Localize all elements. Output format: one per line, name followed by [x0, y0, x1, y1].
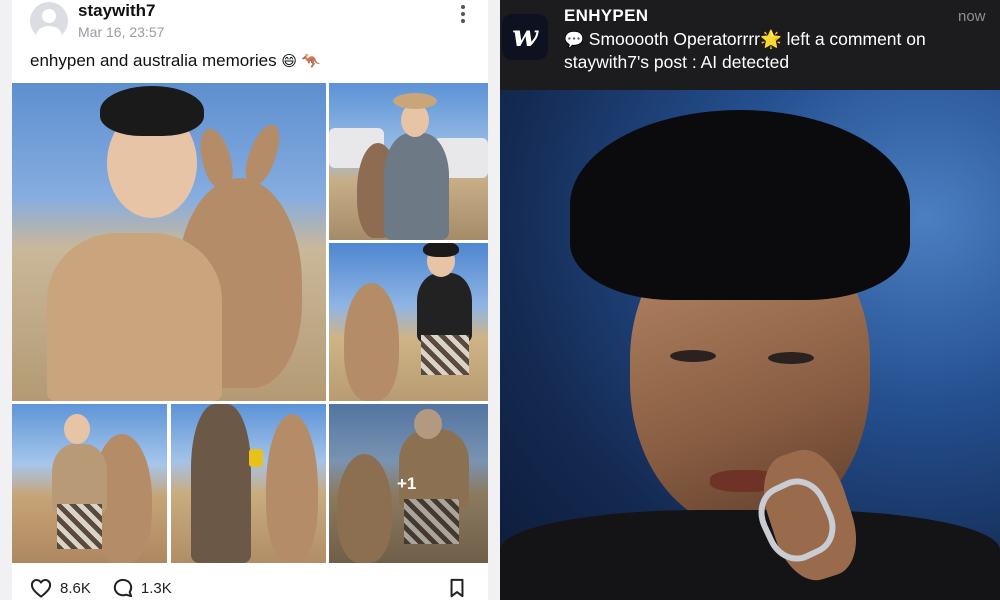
notification-time: now — [958, 8, 986, 25]
post-photo-6[interactable]: +1 — [329, 404, 488, 563]
avatar[interactable] — [30, 2, 68, 40]
post-timestamp: Mar 16, 23:57 — [78, 24, 165, 40]
post-photo-5[interactable] — [171, 404, 326, 563]
weverse-app-icon: w — [502, 14, 548, 60]
like-count: 8.6K — [60, 579, 91, 597]
bookmark-button[interactable] — [448, 578, 466, 600]
more-vertical-icon[interactable] — [454, 3, 472, 25]
post-photo-4[interactable] — [12, 404, 167, 563]
extra-photos-count[interactable]: +1 — [397, 474, 416, 494]
notification-body: 💬 Smooooth Operatorrrr🌟 left a comment o… — [564, 28, 990, 73]
notification-app-name: ENHYPEN — [564, 6, 649, 25]
comment-button[interactable]: 1.3K — [113, 578, 172, 598]
push-notification[interactable]: w ENHYPEN now 💬 Smooooth Operatorrrr🌟 le… — [500, 0, 1000, 90]
comment-bubble-icon — [113, 578, 133, 598]
caption-emoji: 😄 🦘 — [281, 52, 321, 70]
bookmark-icon — [450, 578, 464, 598]
speech-bubble-icon: 💬 — [564, 30, 584, 49]
heart-icon — [30, 579, 52, 598]
like-button[interactable]: 8.6K — [30, 578, 91, 598]
screenshot-composite: staywith7 Mar 16, 23:57 enhypen and aust… — [0, 0, 1000, 600]
post-action-bar: 8.6K 1.3K — [30, 576, 194, 600]
post-card: staywith7 Mar 16, 23:57 enhypen and aust… — [12, 0, 488, 600]
post-photo-main[interactable] — [12, 83, 326, 401]
post-username[interactable]: staywith7 — [78, 1, 155, 21]
post-photo-3[interactable] — [329, 243, 488, 401]
post-photo-2[interactable] — [329, 83, 488, 240]
portrait-photo — [500, 90, 1000, 600]
caption-text: enhypen and australia memories — [30, 51, 277, 70]
comment-count: 1.3K — [140, 579, 172, 597]
notification-message: Smooooth Operatorrrr🌟 left a comment on … — [564, 29, 926, 72]
post-panel: staywith7 Mar 16, 23:57 enhypen and aust… — [0, 0, 500, 600]
post-caption: enhypen and australia memories 😄 🦘 — [30, 51, 320, 71]
